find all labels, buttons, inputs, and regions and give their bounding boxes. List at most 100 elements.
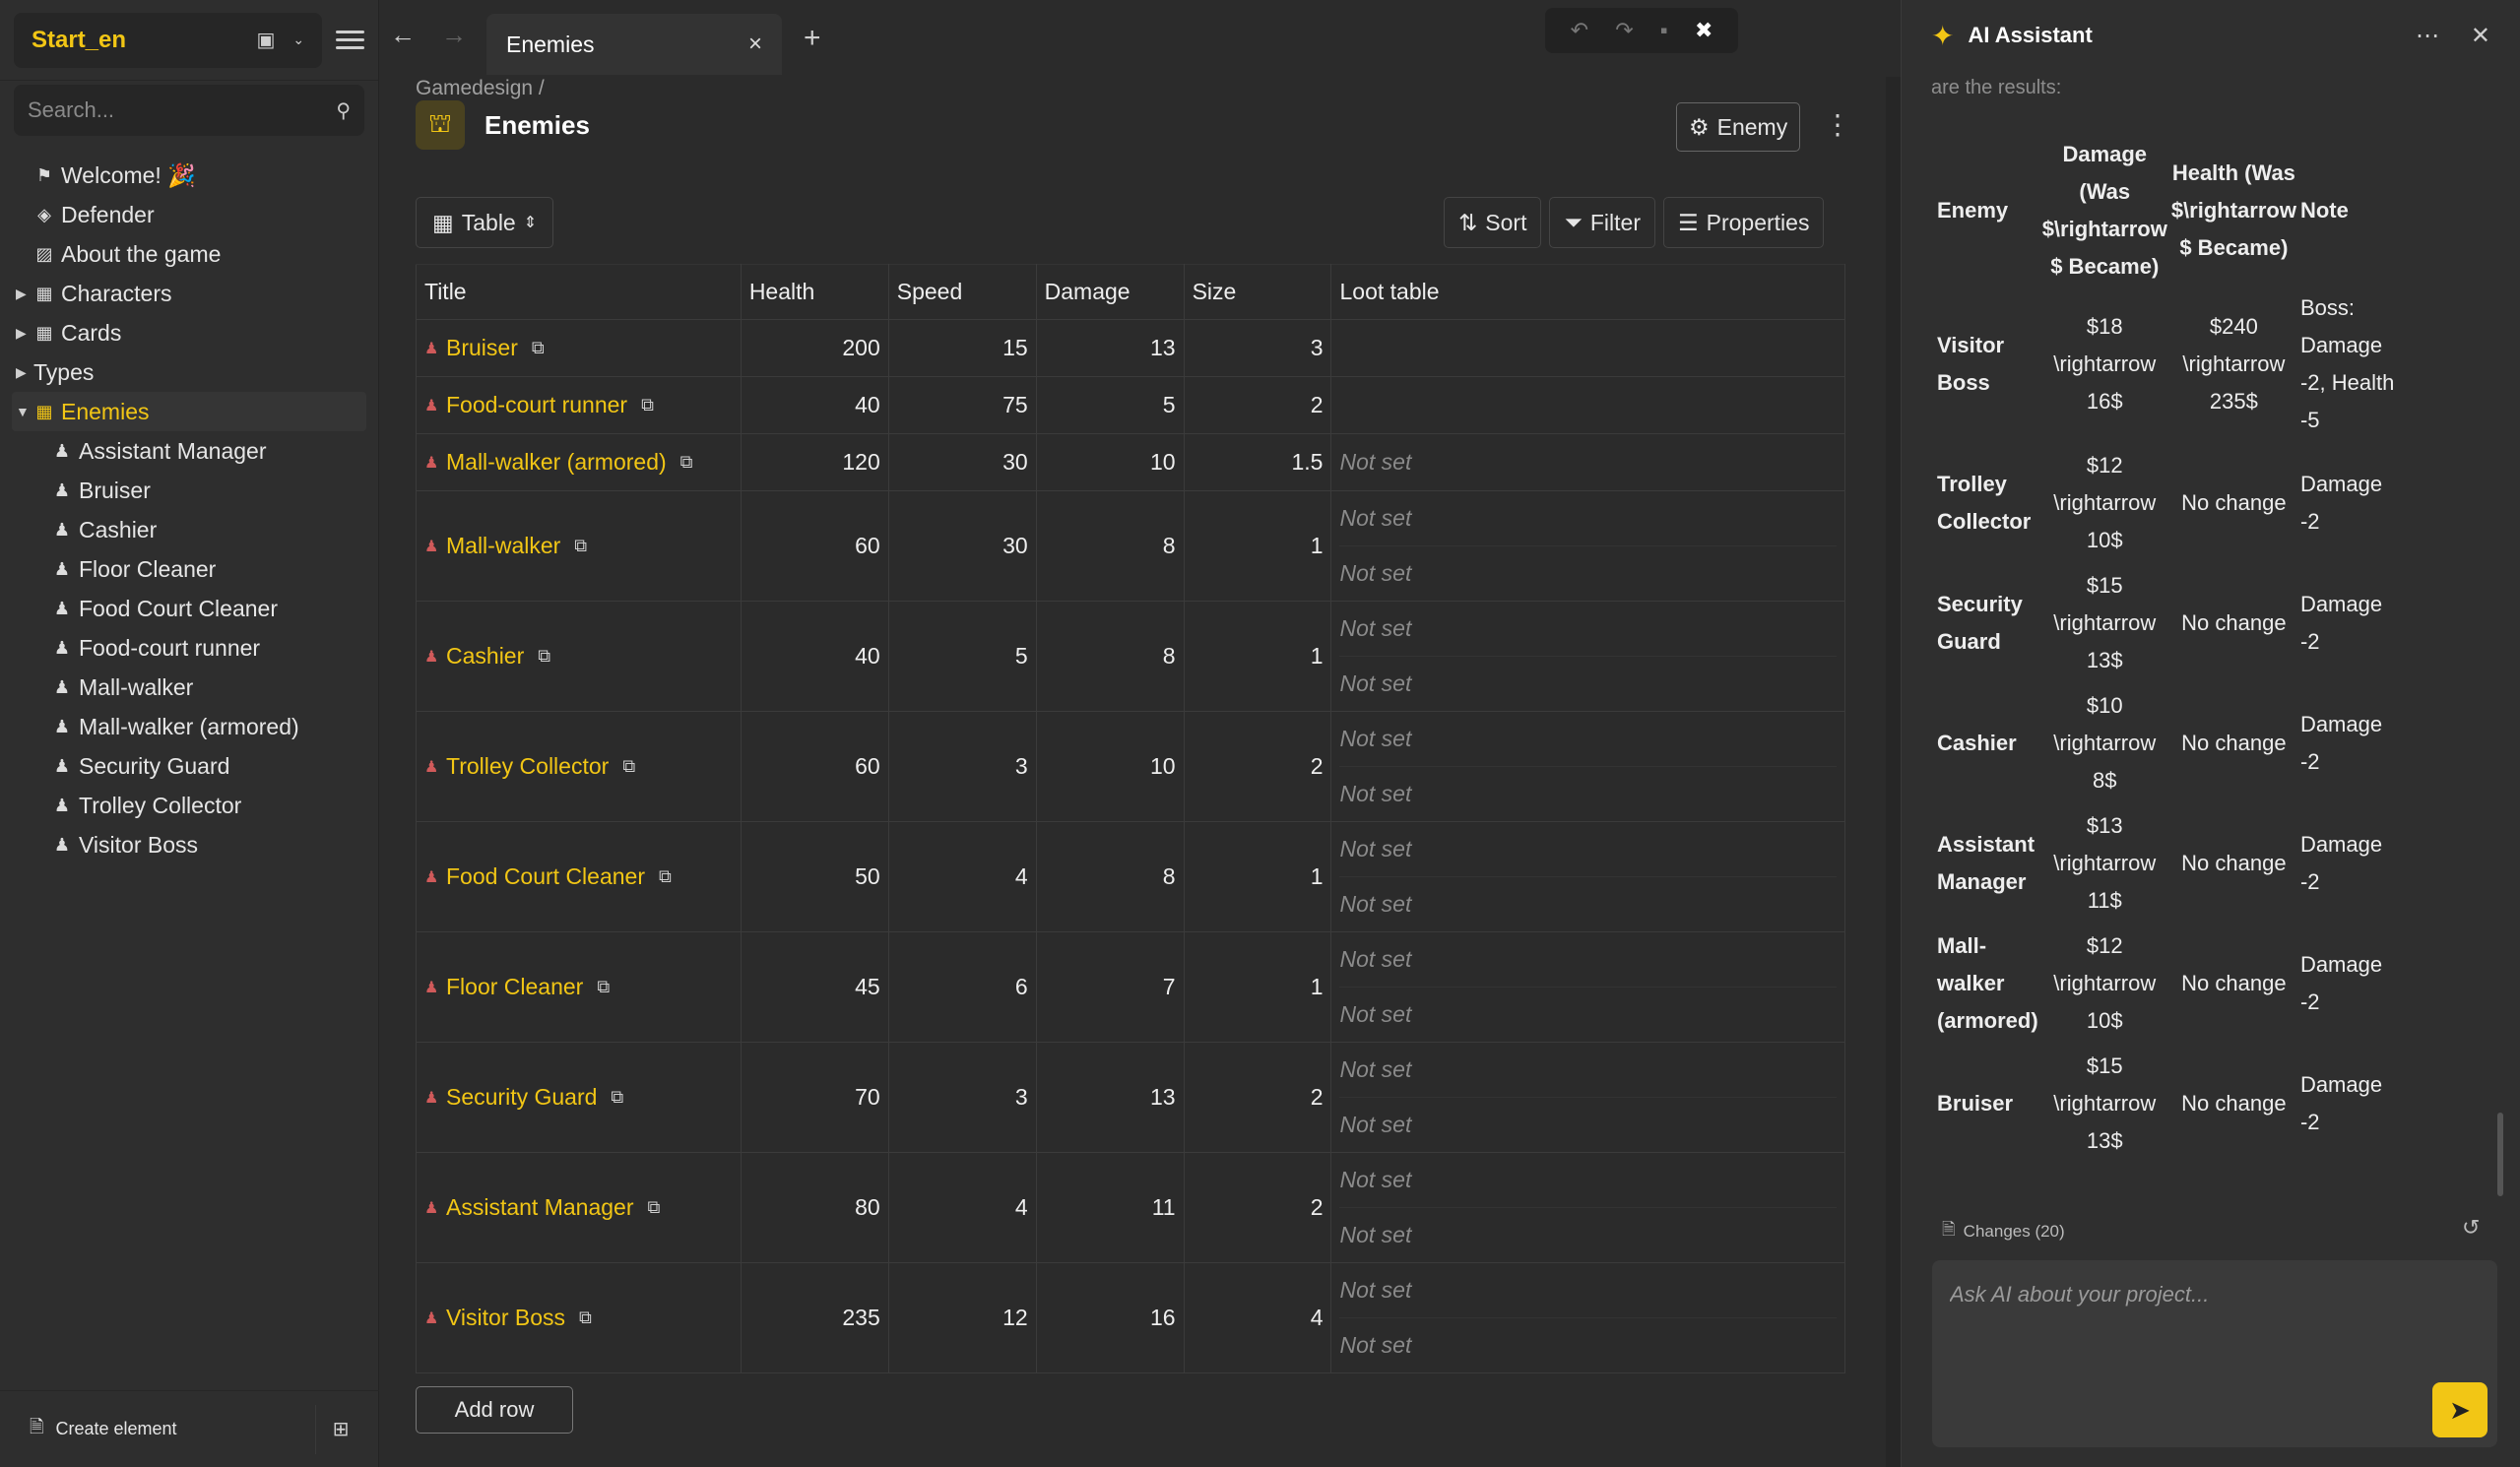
table-row[interactable]: ♟ Food Court Cleaner ⧉ 50 4 8 1 Not set Not set <box>416 821 1845 932</box>
health-cell[interactable]: 50 <box>740 821 889 932</box>
damage-cell[interactable]: 5 <box>1035 376 1185 434</box>
column-header-loot-table[interactable]: Loot table <box>1330 264 1845 320</box>
send-icon[interactable]: ➤ <box>2432 1382 2488 1437</box>
sidebar-item-characters[interactable]: ▶ ▦ Characters <box>0 274 378 313</box>
health-cell[interactable]: 45 <box>740 931 889 1043</box>
sidebar-item-enemies[interactable]: ▼ ▦ Enemies <box>12 392 366 431</box>
speed-cell[interactable]: 3 <box>887 1042 1037 1153</box>
health-cell[interactable]: 120 <box>740 433 889 491</box>
title-cell[interactable]: ♟ Food-court runner ⧉ <box>416 376 742 434</box>
column-header-health[interactable]: Health <box>740 264 889 320</box>
more-options-icon[interactable]: ⋯ <box>2416 22 2439 50</box>
size-cell[interactable]: 1 <box>1183 821 1332 932</box>
loot-value[interactable]: Not set <box>1339 449 1411 475</box>
size-cell[interactable]: 2 <box>1183 1152 1332 1263</box>
health-cell[interactable]: 60 <box>740 490 889 602</box>
title-cell[interactable]: ♟ Assistant Manager ⧉ <box>416 1152 742 1263</box>
ai-scrollbar[interactable] <box>2497 1113 2503 1196</box>
loot-value[interactable]: Not set <box>1339 1153 1837 1208</box>
save-icon[interactable]: ▪ <box>1660 18 1668 43</box>
sidebar-item-enemy[interactable]: ♟ Floor Cleaner <box>0 549 378 589</box>
new-folder-icon[interactable]: ⊞ <box>316 1405 365 1454</box>
title-cell[interactable]: ♟ Bruiser ⧉ <box>416 319 742 377</box>
size-cell[interactable]: 1.5 <box>1183 433 1332 491</box>
speed-cell[interactable]: 6 <box>887 931 1037 1043</box>
sidebar-item-enemy[interactable]: ♟ Security Guard <box>0 746 378 786</box>
title-cell[interactable]: ♟ Mall-walker ⧉ <box>416 490 742 602</box>
sidebar-item-about[interactable]: ▨ About the game <box>0 234 378 274</box>
more-options-icon[interactable]: ⋮ <box>1824 108 1851 141</box>
open-external-icon[interactable]: ⧉ <box>532 338 545 358</box>
damage-cell[interactable]: 13 <box>1035 319 1185 377</box>
open-external-icon[interactable]: ⧉ <box>641 395 654 415</box>
filter-button[interactable]: ⏷ Filter <box>1549 197 1655 248</box>
loot-value[interactable]: Not set <box>1339 1263 1837 1318</box>
speed-cell[interactable]: 75 <box>887 376 1037 434</box>
search-input[interactable] <box>28 97 303 123</box>
loot-value[interactable]: Not set <box>1339 1318 1837 1373</box>
sidebar-item-enemy[interactable]: ♟ Food Court Cleaner <box>0 589 378 628</box>
loot-table-cell[interactable]: Not set Not set <box>1330 601 1845 712</box>
ai-prompt-input[interactable] <box>1950 1282 2480 1341</box>
speed-cell[interactable]: 4 <box>887 821 1037 932</box>
loot-value[interactable]: Not set <box>1339 1208 1837 1263</box>
health-cell[interactable]: 200 <box>740 319 889 377</box>
title-cell[interactable]: ♟ Security Guard ⧉ <box>416 1042 742 1153</box>
create-element-button[interactable]: 🗎 Create element <box>14 1404 316 1454</box>
damage-cell[interactable]: 8 <box>1035 601 1185 712</box>
table-row[interactable]: ♟ Bruiser ⧉ 200 15 13 3 <box>416 319 1845 377</box>
loot-table-cell[interactable] <box>1330 376 1845 434</box>
open-external-icon[interactable]: ⧉ <box>680 452 693 473</box>
open-external-icon[interactable]: ⧉ <box>611 1087 623 1108</box>
close-icon[interactable]: × <box>748 31 762 58</box>
loot-table-cell[interactable]: Not set Not set <box>1330 1042 1845 1153</box>
loot-value[interactable]: Not set <box>1339 546 1837 602</box>
workspace-switcher[interactable]: Start_en ▣ ⌄ <box>14 12 323 68</box>
loot-table-cell[interactable]: Not set Not set <box>1330 1262 1845 1373</box>
loot-value[interactable]: Not set <box>1339 712 1837 767</box>
row-title[interactable]: Cashier <box>446 643 524 670</box>
caret-right-icon[interactable]: ▶ <box>16 286 27 302</box>
loot-table-cell[interactable]: Not set Not set <box>1330 711 1845 822</box>
size-cell[interactable]: 4 <box>1183 1262 1332 1373</box>
type-button[interactable]: ⚙ Enemy <box>1676 102 1801 152</box>
open-external-icon[interactable]: ⧉ <box>622 756 635 777</box>
caret-right-icon[interactable]: ▶ <box>16 325 27 342</box>
sidebar-item-enemy[interactable]: ♟ Mall-walker (armored) <box>0 707 378 746</box>
row-title[interactable]: Visitor Boss <box>446 1305 565 1331</box>
loot-value[interactable]: Not set <box>1339 932 1837 988</box>
add-row-button[interactable]: Add row <box>416 1386 573 1434</box>
caret-down-icon[interactable]: ▼ <box>16 404 30 419</box>
size-cell[interactable]: 1 <box>1183 931 1332 1043</box>
speed-cell[interactable]: 5 <box>887 601 1037 712</box>
health-cell[interactable]: 70 <box>740 1042 889 1153</box>
column-header-title[interactable]: Title <box>416 264 742 320</box>
loot-value[interactable]: Not set <box>1339 822 1837 877</box>
loot-value[interactable]: Not set <box>1339 602 1837 657</box>
damage-cell[interactable]: 10 <box>1035 711 1185 822</box>
table-row[interactable]: ♟ Security Guard ⧉ 70 3 13 2 Not set Not set <box>416 1042 1845 1153</box>
damage-cell[interactable]: 8 <box>1035 821 1185 932</box>
table-row[interactable]: ♟ Mall-walker (armored) ⧉ 120 30 10 1.5 Not set <box>416 433 1845 491</box>
loot-value[interactable]: Not set <box>1339 491 1837 546</box>
sidebar-item-enemy[interactable]: ♟ Food-court runner <box>0 628 378 668</box>
loot-table-cell[interactable]: Not set <box>1330 433 1845 491</box>
table-row[interactable]: ♟ Mall-walker ⧉ 60 30 8 1 Not set Not set <box>416 490 1845 602</box>
table-row[interactable]: ♟ Food-court runner ⧉ 40 75 5 2 <box>416 376 1845 434</box>
sidebar-item-enemy[interactable]: ♟ Visitor Boss <box>0 825 378 864</box>
sort-button[interactable]: ⇅ Sort <box>1444 197 1542 248</box>
title-cell[interactable]: ♟ Floor Cleaner ⧉ <box>416 931 742 1043</box>
title-cell[interactable]: ♟ Cashier ⧉ <box>416 601 742 712</box>
loot-value[interactable]: Not set <box>1339 1043 1837 1098</box>
properties-button[interactable]: ☰ Properties <box>1663 197 1825 248</box>
sidebar-item-enemy[interactable]: ♟ Trolley Collector <box>0 786 378 825</box>
open-external-icon[interactable]: ⧉ <box>574 536 587 556</box>
revert-icon[interactable]: ↺ <box>2462 1215 2480 1241</box>
breadcrumb[interactable]: Gamedesign / <box>416 77 545 100</box>
sidebar-item-enemy[interactable]: ♟ Assistant Manager <box>0 431 378 471</box>
table-row[interactable]: ♟ Visitor Boss ⧉ 235 12 16 4 Not set Not set <box>416 1262 1845 1373</box>
table-row[interactable]: ♟ Trolley Collector ⧉ 60 3 10 2 Not set Not set <box>416 711 1845 822</box>
close-icon[interactable]: ✕ <box>2471 22 2490 50</box>
title-cell[interactable]: ♟ Trolley Collector ⧉ <box>416 711 742 822</box>
loot-table-cell[interactable]: Not set Not set <box>1330 1152 1845 1263</box>
